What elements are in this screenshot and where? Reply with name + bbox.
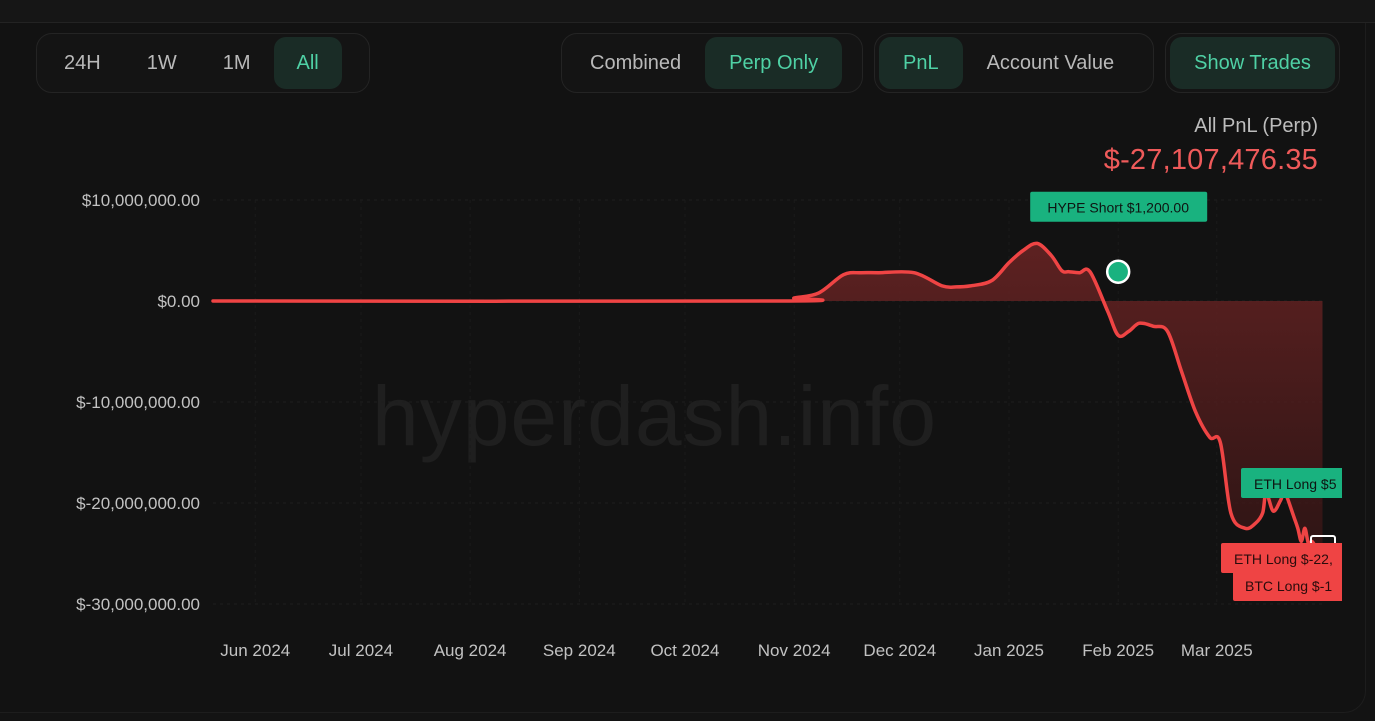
trade-tag-label: ETH Long $5 <box>1254 476 1337 492</box>
pnl-area-fill <box>213 243 1323 546</box>
x-tick-label: Aug 2024 <box>434 641 507 660</box>
y-tick-label: $-10,000,000.00 <box>76 393 200 412</box>
x-tick-label: Mar 2025 <box>1181 641 1253 660</box>
x-tick-label: Oct 2024 <box>650 641 719 660</box>
trade-tag-label: BTC Long $-1 <box>1245 578 1332 594</box>
x-tick-label: Sep 2024 <box>543 641 616 660</box>
x-tick-label: Jul 2024 <box>329 641 393 660</box>
x-tick-label: Jan 2025 <box>974 641 1044 660</box>
x-tick-label: Dec 2024 <box>863 641 936 660</box>
x-tick-label: Nov 2024 <box>758 641 831 660</box>
y-tick-label: $0.00 <box>157 292 200 311</box>
pnl-series-line <box>211 241 1325 548</box>
y-tick-label: $-30,000,000.00 <box>76 595 200 614</box>
trade-tag-label: HYPE Short $1,200.00 <box>1047 200 1189 216</box>
x-tick-label: Jun 2024 <box>220 641 290 660</box>
trade-tag-label: ETH Long $-22, <box>1234 551 1333 567</box>
y-tick-label: $-20,000,000.00 <box>76 494 200 513</box>
x-tick-label: Feb 2025 <box>1082 641 1154 660</box>
pnl-chart: $10,000,000.00 $0.00 $-10,000,000.00 $-20,0… <box>76 191 1342 660</box>
y-tick-label: $10,000,000.00 <box>82 191 200 210</box>
trade-marker-dot <box>1105 259 1131 284</box>
